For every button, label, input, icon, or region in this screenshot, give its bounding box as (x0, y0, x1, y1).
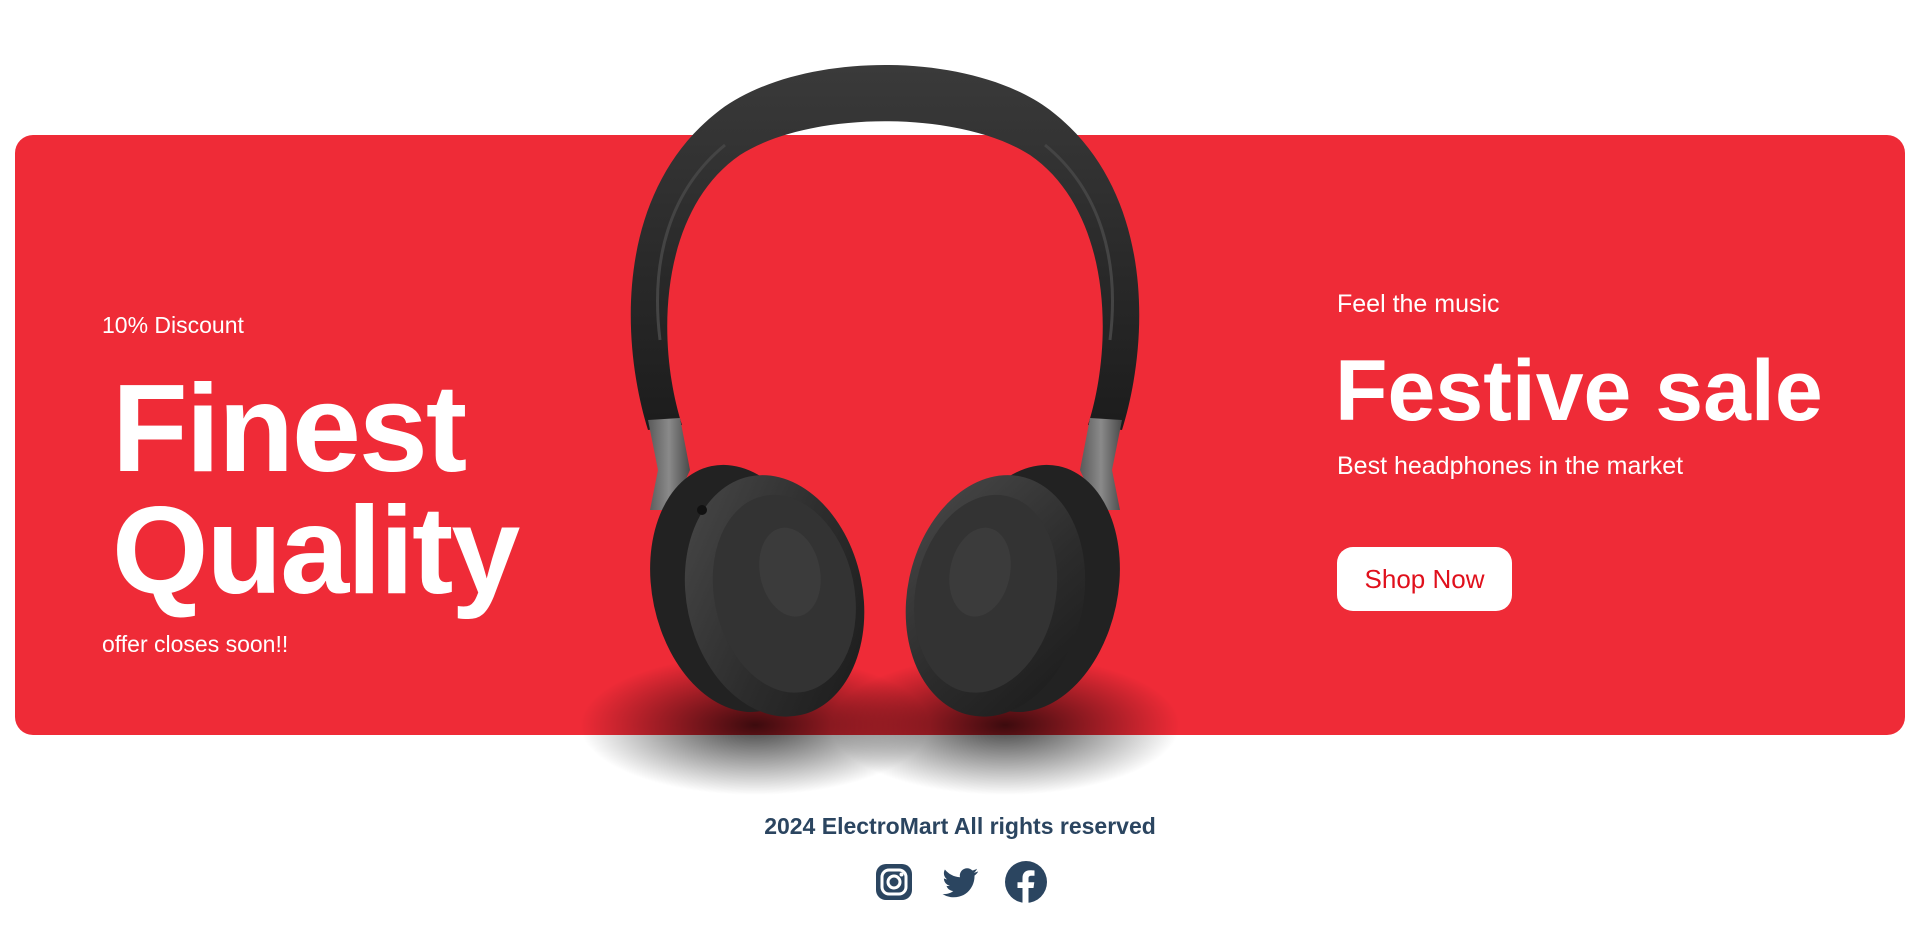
offer-closing-note: offer closes soon!! (102, 631, 289, 657)
twitter-icon (942, 868, 979, 898)
discount-label: 10% Discount (102, 312, 244, 338)
tagline: Feel the music (1337, 290, 1500, 318)
shop-now-button[interactable]: Shop Now (1337, 547, 1512, 611)
sale-title: Festive sale (1335, 343, 1823, 439)
headline-line-1: Finest (112, 360, 467, 498)
social-links (0, 860, 1920, 904)
instagram-icon (876, 864, 912, 900)
facebook-link[interactable] (1004, 860, 1048, 904)
facebook-icon (1005, 861, 1047, 903)
headphones-image (580, 65, 1180, 795)
instagram-link[interactable] (872, 860, 916, 904)
page: 10% Discount Finest Quality offer closes… (0, 0, 1920, 946)
twitter-link[interactable] (938, 860, 982, 904)
headline: Finest Quality (112, 360, 520, 620)
footer-copyright: 2024 ElectroMart All rights reserved (764, 813, 1156, 839)
headline-line-2: Quality (112, 482, 520, 620)
sale-subtitle: Best headphones in the market (1337, 452, 1684, 480)
